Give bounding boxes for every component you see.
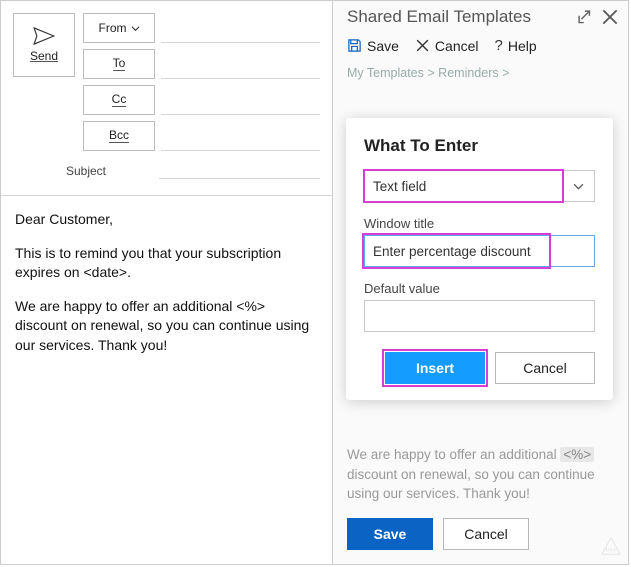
bcc-input[interactable]	[161, 121, 320, 151]
body-paragraph-2: We are happy to offer an additional <%> …	[15, 297, 318, 356]
window-title-label: Window title	[364, 216, 595, 231]
panel-title: Shared Email Templates	[347, 7, 531, 27]
from-input[interactable]	[161, 13, 320, 43]
toolbar-help[interactable]: ? Help	[495, 37, 537, 54]
toolbar-help-label: Help	[508, 38, 537, 54]
chevron-down-icon	[573, 181, 584, 192]
close-icon[interactable]	[602, 10, 618, 24]
to-button[interactable]: To	[83, 49, 155, 79]
to-label: To	[113, 57, 126, 71]
cc-label: Cc	[112, 93, 127, 107]
panel-cancel-button[interactable]: Cancel	[443, 518, 529, 550]
watermark: tiny	[600, 536, 622, 558]
subject-input[interactable]	[159, 164, 320, 179]
compose-body[interactable]: Dear Customer, This is to remind you tha…	[13, 196, 320, 370]
panel-save-button[interactable]: Save	[347, 518, 433, 550]
body-paragraph-1: This is to remind you that your subscrip…	[15, 244, 318, 283]
compose-pane: Send From To Cc	[1, 1, 333, 564]
field-type-caret[interactable]	[563, 170, 595, 202]
default-value-input[interactable]	[364, 300, 595, 332]
default-value-label: Default value	[364, 281, 595, 296]
body-greeting: Dear Customer,	[15, 210, 318, 230]
subject-label: Subject	[13, 164, 159, 178]
send-button[interactable]: Send	[13, 13, 75, 77]
toolbar-cancel-label: Cancel	[435, 38, 479, 54]
save-icon	[347, 38, 362, 53]
preview-pre: We are happy to offer an additional	[347, 447, 560, 462]
popover-cancel-button[interactable]: Cancel	[495, 352, 595, 384]
field-type-select[interactable]: Text field	[364, 170, 563, 202]
bcc-button[interactable]: Bcc	[83, 121, 155, 151]
send-icon	[33, 27, 55, 45]
window-title-input[interactable]	[364, 235, 595, 267]
breadcrumb-2[interactable]: Reminders	[438, 66, 498, 80]
breadcrumb[interactable]: My Templates > Reminders >	[333, 64, 628, 86]
what-to-enter-popover: What To Enter Text field Window title De…	[346, 118, 613, 400]
insert-button[interactable]: Insert	[385, 352, 485, 384]
popout-icon[interactable]	[578, 10, 594, 24]
cc-button[interactable]: Cc	[83, 85, 155, 115]
chevron-down-icon	[131, 24, 140, 33]
toolbar: Save Cancel ? Help	[333, 31, 628, 64]
from-label: From	[99, 21, 127, 35]
cc-input[interactable]	[161, 85, 320, 115]
help-icon: ?	[495, 37, 503, 54]
x-icon	[415, 38, 430, 53]
to-input[interactable]	[161, 49, 320, 79]
toolbar-cancel[interactable]: Cancel	[415, 38, 479, 54]
from-button[interactable]: From	[83, 13, 155, 43]
popover-title: What To Enter	[364, 136, 595, 156]
toolbar-save[interactable]: Save	[347, 38, 399, 54]
svg-text:tiny: tiny	[606, 547, 616, 553]
bcc-label: Bcc	[109, 129, 129, 143]
send-label: Send	[30, 49, 58, 63]
breadcrumb-1[interactable]: My Templates	[347, 66, 424, 80]
toolbar-save-label: Save	[367, 38, 399, 54]
preview-placeholder: <%>	[560, 447, 594, 462]
field-type-value: Text field	[373, 179, 426, 194]
preview-post: discount on renewal, so you can continue…	[347, 467, 595, 502]
